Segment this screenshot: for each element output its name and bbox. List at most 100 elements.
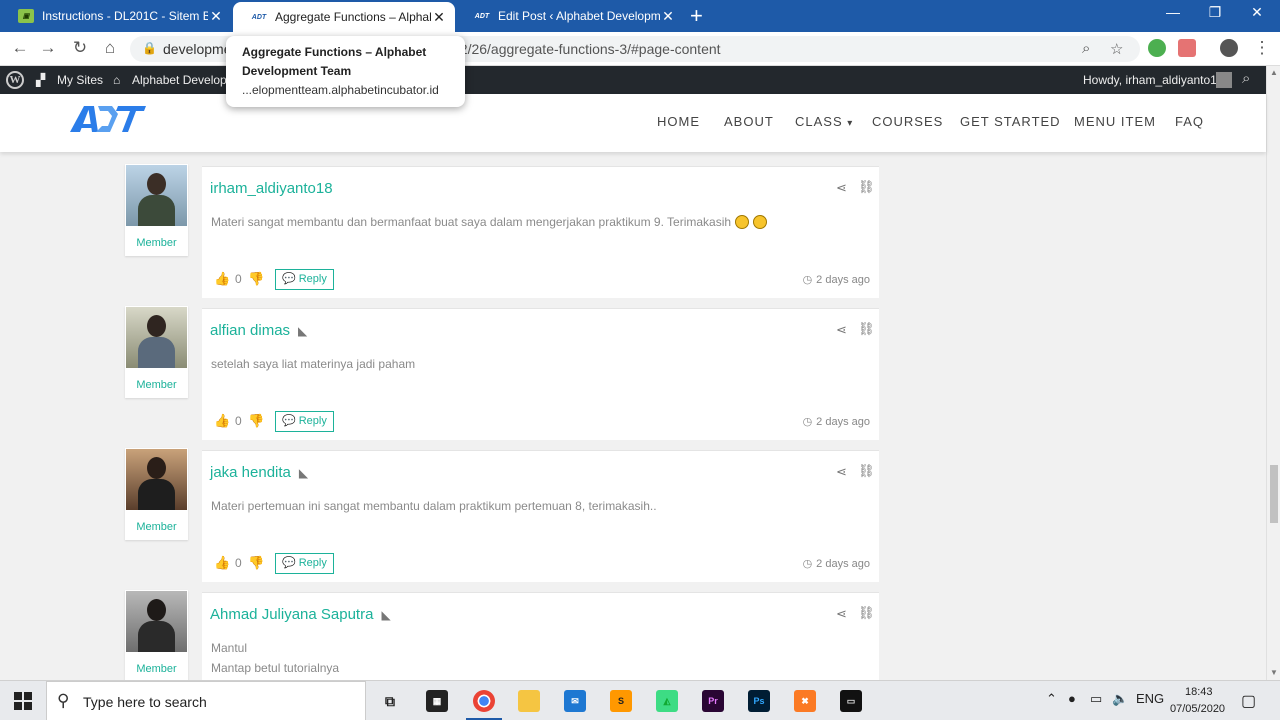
comment-author[interactable]: irham_aldiyanto18	[210, 180, 333, 197]
more-menu-icon[interactable]: ⋮	[1250, 38, 1274, 58]
site-name-link[interactable]: Alphabet Developm	[132, 73, 237, 87]
rss-icon[interactable]: ◣	[298, 324, 307, 338]
scroll-down-icon[interactable]: ▼	[1270, 668, 1278, 677]
file-explorer-icon[interactable]	[518, 690, 540, 712]
nav-about[interactable]: ABOUT	[724, 114, 774, 129]
network-icon[interactable]: ▭	[1090, 691, 1102, 707]
reload-icon[interactable]: ↻	[68, 38, 92, 58]
close-icon[interactable]: ✕	[660, 8, 676, 25]
link-icon[interactable]: ⛓	[858, 321, 875, 337]
nav-get-started[interactable]: GET STARTED	[960, 114, 1061, 129]
comment-card: Ahmad Juliyana Saputra ◣ ⋖ ⛓ Mantul Manta…	[202, 592, 879, 680]
scroll-up-icon[interactable]: ▲	[1270, 68, 1278, 77]
thumbs-up-icon[interactable]: 👍	[214, 555, 230, 571]
pdf-extension-icon[interactable]	[1178, 39, 1196, 57]
notification-icon[interactable]: ▢	[1241, 691, 1256, 711]
reply-button[interactable]: 💬 Reply	[275, 553, 334, 574]
nav-courses[interactable]: COURSES	[872, 114, 943, 129]
avatar[interactable]	[126, 165, 187, 226]
maximize-icon[interactable]: ❐	[1200, 4, 1230, 21]
comment-author[interactable]: alfian dimas ◣	[210, 322, 307, 339]
xampp-icon[interactable]: ✖	[794, 690, 816, 712]
page-scrollbar[interactable]: ▲ ▼	[1266, 66, 1280, 680]
share-icon[interactable]: ⋖	[836, 180, 847, 196]
window-close-icon[interactable]: ✕	[1242, 4, 1272, 21]
bookmark-star-icon[interactable]: ☆	[1110, 40, 1123, 58]
language-indicator[interactable]: ENG	[1136, 691, 1164, 706]
reply-button[interactable]: 💬 Reply	[275, 269, 334, 290]
chevron-up-icon[interactable]: ⌃	[1046, 691, 1057, 707]
avatar[interactable]	[126, 449, 187, 510]
android-studio-icon[interactable]: ◭	[656, 690, 678, 712]
comment-time: ◷ 2 days ago	[803, 557, 870, 570]
rss-icon[interactable]: ◣	[299, 466, 308, 480]
nav-menu-item[interactable]: MENU ITEM	[1074, 114, 1156, 129]
terminal-icon[interactable]: ▭	[840, 690, 862, 712]
comment-author[interactable]: jaka hendita ◣	[210, 464, 308, 481]
vote-count: 0	[235, 272, 242, 286]
comment-line: Mantap betul tutorialnya	[211, 661, 340, 675]
thumbs-up-icon[interactable]: 👍	[214, 413, 230, 429]
lock-icon[interactable]: 🔒	[142, 41, 157, 55]
thumbs-down-icon[interactable]: 👎	[248, 555, 264, 571]
reply-icon: 💬	[282, 415, 296, 427]
minimize-icon[interactable]: —	[1158, 4, 1188, 20]
thumbs-down-icon[interactable]: 👎	[248, 413, 264, 429]
site-logo[interactable]	[68, 102, 148, 136]
close-icon[interactable]: ✕	[431, 9, 447, 26]
premiere-icon[interactable]: Pr	[702, 690, 724, 712]
sublime-icon[interactable]: S	[610, 690, 632, 712]
thumbs-up-icon[interactable]: 👍	[214, 271, 230, 287]
tray-app-icon[interactable]: ●	[1068, 691, 1076, 706]
scrollbar-thumb[interactable]	[1270, 465, 1278, 523]
share-icon[interactable]: ⋖	[836, 606, 847, 622]
home-icon[interactable]: ⌂	[98, 38, 122, 58]
nav-class[interactable]: CLASS ▾	[795, 114, 853, 129]
comment-list: Member irham_aldiyanto18 ⋖ ⛓ Materi sang…	[0, 152, 1266, 680]
comment-card: jaka hendita ◣ ⋖ ⛓ Materi pertemuan ini s…	[202, 450, 879, 582]
link-icon[interactable]: ⛓	[858, 463, 875, 479]
store-icon[interactable]: ▦	[426, 690, 448, 712]
link-icon[interactable]: ⛓	[858, 605, 875, 621]
share-icon[interactable]: ⋖	[836, 464, 847, 480]
thumbs-down-icon[interactable]: 👎	[248, 271, 264, 287]
clock-time[interactable]: 18:43	[1185, 686, 1213, 698]
share-icon[interactable]: ⋖	[836, 322, 847, 338]
profile-avatar[interactable]	[1220, 39, 1238, 57]
author-card: Member	[125, 448, 188, 540]
comment-author[interactable]: Ahmad Juliyana Saputra ◣	[210, 606, 391, 623]
task-view-icon[interactable]: ⧉	[379, 690, 401, 712]
nav-faq[interactable]: FAQ	[1175, 114, 1204, 129]
close-icon[interactable]: ✕	[208, 8, 224, 25]
chrome-icon[interactable]	[473, 690, 495, 712]
clock-date[interactable]: 07/05/2020	[1170, 703, 1225, 715]
volume-icon[interactable]: 🔈	[1112, 691, 1128, 707]
search-icon[interactable]: ⌕	[1242, 70, 1250, 87]
windows-start-icon[interactable]	[14, 692, 32, 710]
avatar[interactable]	[126, 307, 187, 368]
browser-tab-edit-post[interactable]: ADT Edit Post ‹ Alphabet Developmen ✕	[456, 0, 684, 32]
howdy-account-link[interactable]: Howdy, irham_aldiyanto18	[1083, 73, 1224, 87]
wordpress-icon[interactable]: W	[6, 71, 24, 89]
back-icon[interactable]: ←	[8, 38, 32, 58]
new-tab-button[interactable]: +	[690, 4, 703, 28]
browser-tab-strip: ▣ Instructions - DL201C - Sitem Ba ✕ ADT…	[0, 0, 1280, 32]
author-name: alfian dimas	[210, 322, 291, 339]
photoshop-icon[interactable]: Ps	[748, 690, 770, 712]
reply-label: Reply	[298, 415, 327, 427]
browser-tab-instructions[interactable]: ▣ Instructions - DL201C - Sitem Ba ✕	[0, 0, 232, 32]
reply-button[interactable]: 💬 Reply	[275, 411, 334, 432]
forward-icon[interactable]: →	[36, 38, 60, 58]
my-sites-link[interactable]: My Sites	[57, 73, 103, 87]
zoom-icon[interactable]: ⌕	[1082, 40, 1090, 57]
browser-tab-aggregate-functions[interactable]: ADT Aggregate Functions – Alphabet ✕	[233, 2, 455, 32]
taskbar-search-box[interactable]: ⚲ Type here to search	[46, 681, 366, 720]
rss-icon[interactable]: ◣	[381, 608, 390, 622]
link-icon[interactable]: ⛓	[858, 179, 875, 195]
avatar[interactable]	[126, 591, 187, 652]
url-text: 02/26/aggregate-functions-3/#page-conten…	[452, 41, 721, 57]
extension-icon[interactable]	[1148, 39, 1166, 57]
avatar[interactable]	[1216, 72, 1232, 88]
mail-icon[interactable]: ✉	[564, 690, 586, 712]
nav-home[interactable]: HOME	[657, 114, 700, 129]
